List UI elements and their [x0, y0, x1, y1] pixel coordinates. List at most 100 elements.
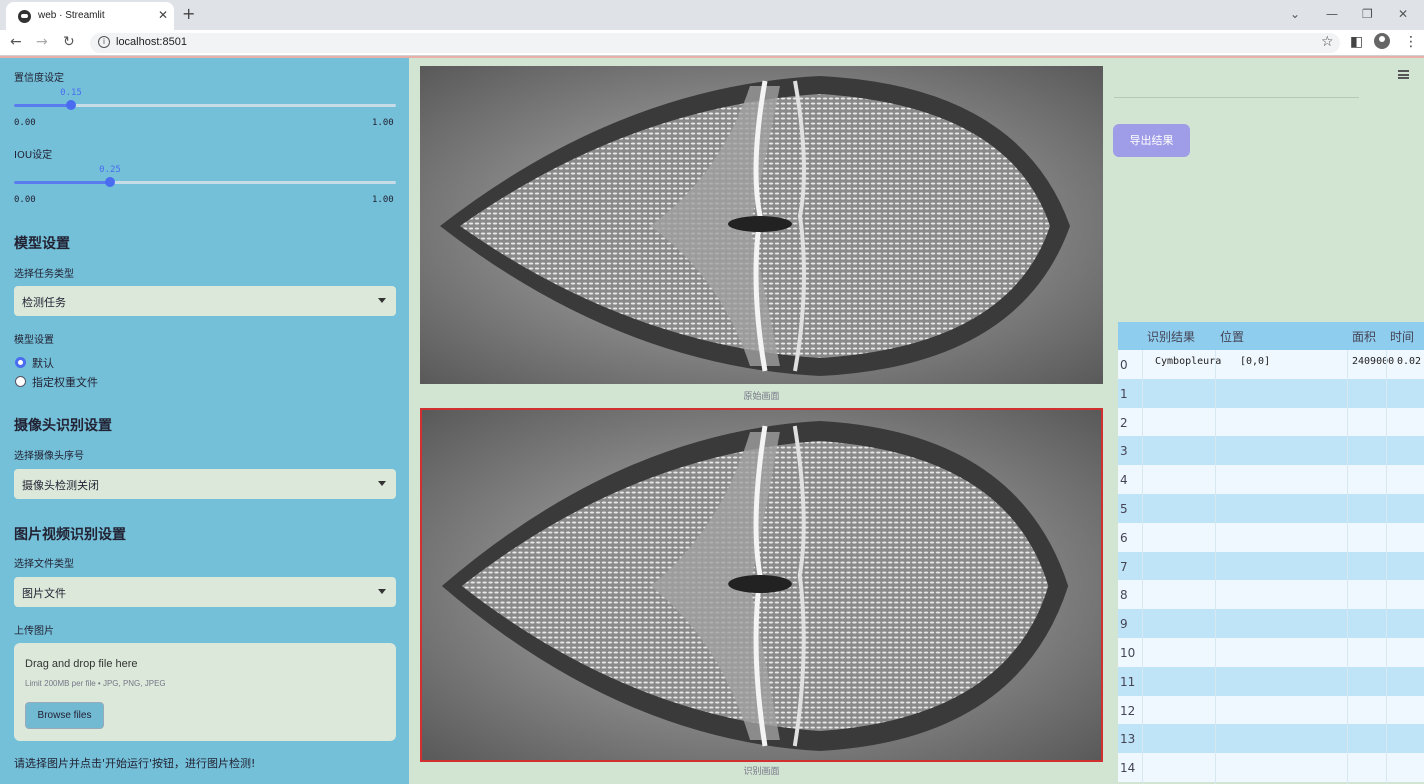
diatom-result-graphic — [422, 410, 1101, 760]
iou-value: 0.25 — [99, 165, 121, 175]
sidebar: 置信度设定 0.15 0.00 1.00 IOU设定 0.25 0.00 1.0… — [0, 58, 409, 784]
browser-tab-bar: web · Streamlit ✕ + ⌄ — ❐ ✕ — [0, 0, 1424, 30]
side-panel-icon[interactable]: ◧ — [1350, 34, 1363, 50]
export-results-button[interactable]: 导出结果 — [1113, 124, 1190, 157]
minimize-icon[interactable]: — — [1326, 7, 1338, 21]
file-dropzone[interactable]: Drag and drop file here Limit 200MB per … — [14, 643, 396, 741]
new-tab-icon[interactable]: + — [182, 4, 195, 23]
table-row[interactable]: 10 — [1118, 638, 1424, 667]
forward-icon[interactable]: → — [36, 34, 48, 50]
table-row[interactable]: 13 — [1118, 724, 1424, 754]
radio-default[interactable] — [15, 357, 26, 368]
bookmark-star-icon[interactable]: ☆ — [1321, 34, 1334, 50]
table-row[interactable]: 3 — [1118, 436, 1424, 466]
table-header: 识别结果 位置 面积 时间 — [1118, 322, 1424, 350]
radio-custom-weights[interactable] — [15, 376, 26, 387]
main-area: 原始画面 识别画面 导出结果 识别结果 位置 面积 时间 0 Cymbopleur… — [409, 58, 1424, 784]
table-row[interactable]: 9 — [1118, 609, 1424, 639]
table-row[interactable]: 4 — [1118, 465, 1424, 495]
instruction-text: 请选择图片并点击'开始运行'按钮，进行图片检测! — [14, 757, 256, 770]
row-index: 1 — [1120, 386, 1128, 401]
tab-search-chevron-icon[interactable]: ⌄ — [1290, 7, 1300, 21]
col-header-result[interactable]: 识别结果 — [1147, 328, 1195, 345]
column-divider — [1347, 350, 1348, 784]
dropzone-limit: Limit 200MB per file • JPG, PNG, JPEG — [25, 679, 166, 688]
row-index: 10 — [1120, 646, 1136, 660]
col-header-time[interactable]: 时间 — [1390, 328, 1414, 345]
table-row[interactable]: 0 Cymbopleura [0,0] 2409000 0.02 — [1118, 350, 1424, 379]
url-field[interactable]: i localhost:8501 — [90, 33, 1340, 53]
row-index: 5 — [1120, 502, 1128, 516]
row-index: 0 — [1120, 358, 1128, 372]
browser-menu-icon[interactable]: ⋮ — [1404, 34, 1418, 50]
col-header-area[interactable]: 面积 — [1352, 328, 1376, 345]
results-table[interactable]: 识别结果 位置 面积 时间 0 Cymbopleura [0,0] 2409000 0.… — [1118, 322, 1424, 784]
column-divider — [1386, 350, 1387, 784]
table-row[interactable]: 6 — [1118, 522, 1424, 552]
radio-custom-weights-label: 指定权重文件 — [32, 376, 98, 389]
row-index: 6 — [1120, 530, 1128, 545]
reload-icon[interactable]: ↻ — [63, 34, 75, 50]
confidence-slider-thumb[interactable] — [66, 100, 76, 110]
row-index: 3 — [1120, 444, 1128, 459]
chevron-down-icon — [378, 481, 386, 486]
diatom-original-graphic — [420, 66, 1103, 384]
cell-area: 2409000 — [1352, 356, 1395, 367]
row-index: 12 — [1120, 703, 1136, 718]
browse-files-button[interactable]: Browse files — [25, 702, 104, 729]
close-window-icon[interactable]: ✕ — [1398, 7, 1408, 21]
close-tab-icon[interactable]: ✕ — [158, 8, 168, 22]
table-row[interactable]: 8 — [1118, 580, 1424, 610]
upload-label: 上传图片 — [14, 626, 54, 637]
table-row[interactable]: 11 — [1118, 666, 1424, 696]
table-row[interactable]: 14 — [1118, 753, 1424, 783]
row-index: 14 — [1120, 761, 1136, 776]
task-type-label: 选择任务类型 — [14, 269, 74, 280]
result-caption: 识别画面 — [743, 767, 780, 777]
confidence-max: 1.00 — [372, 118, 394, 128]
camera-index-label: 选择摄像头序号 — [14, 451, 84, 462]
back-icon[interactable]: ← — [10, 34, 22, 50]
confidence-slider[interactable] — [14, 100, 396, 110]
radio-default-label: 默认 — [32, 357, 54, 370]
iou-slider[interactable] — [14, 177, 396, 187]
file-type-select[interactable]: 图片文件 — [14, 577, 396, 607]
iou-label: IOU设定 — [14, 150, 53, 161]
media-section-title: 图片视频识别设置 — [14, 527, 126, 543]
dropzone-title: Drag and drop file here — [25, 658, 138, 670]
iou-slider-fill — [14, 181, 110, 184]
url-text: localhost:8501 — [116, 36, 187, 48]
streamlit-favicon-icon — [18, 10, 31, 23]
table-row[interactable]: 1 — [1118, 378, 1424, 408]
row-index: 9 — [1120, 617, 1128, 632]
result-image — [420, 408, 1103, 762]
confidence-value: 0.15 — [60, 88, 82, 98]
camera-index-select[interactable]: 摄像头检测关闭 — [14, 469, 396, 499]
iou-max: 1.00 — [372, 195, 394, 205]
chevron-down-icon — [378, 589, 386, 594]
hamburger-menu-icon[interactable] — [1398, 70, 1409, 79]
task-type-value: 检测任务 — [22, 296, 66, 309]
file-type-label: 选择文件类型 — [14, 559, 74, 570]
profile-avatar-icon[interactable] — [1374, 33, 1390, 49]
restore-icon[interactable]: ❐ — [1362, 7, 1373, 21]
cell-time: 0.02 — [1397, 356, 1422, 367]
original-caption: 原始画面 — [743, 392, 780, 402]
chevron-down-icon — [378, 298, 386, 303]
cell-result: Cymbopleura — [1155, 356, 1222, 367]
tab-title: web · Streamlit — [38, 10, 105, 21]
iou-slider-thumb[interactable] — [105, 177, 115, 187]
row-index: 4 — [1120, 473, 1128, 488]
table-row[interactable]: 12 — [1118, 695, 1424, 725]
original-image — [420, 66, 1103, 384]
camera-index-value: 摄像头检测关闭 — [22, 479, 99, 492]
table-row[interactable]: 7 — [1118, 551, 1424, 581]
table-row[interactable]: 5 — [1118, 494, 1424, 523]
site-info-icon[interactable]: i — [98, 36, 110, 48]
confidence-min: 0.00 — [14, 118, 36, 128]
task-type-select[interactable]: 检测任务 — [14, 286, 396, 316]
row-index: 13 — [1120, 732, 1136, 747]
col-header-position[interactable]: 位置 — [1220, 328, 1244, 345]
table-row[interactable]: 2 — [1118, 407, 1424, 437]
browser-tab[interactable]: web · Streamlit ✕ — [6, 2, 174, 30]
